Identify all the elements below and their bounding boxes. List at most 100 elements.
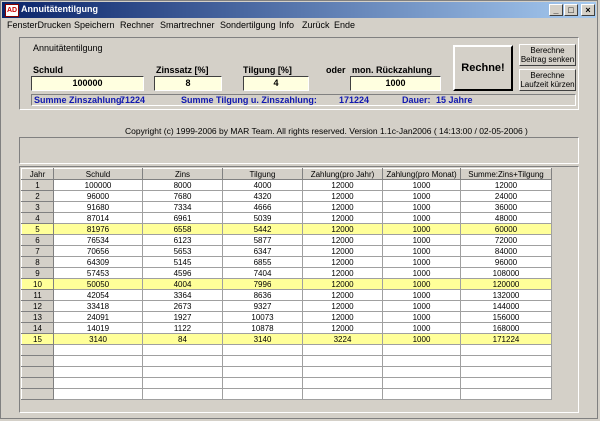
- empty-cell[interactable]: [382, 344, 461, 356]
- empty-cell[interactable]: [460, 377, 552, 389]
- table-cell[interactable]: 5145: [142, 256, 223, 268]
- empty-cell[interactable]: [21, 344, 54, 356]
- close-icon[interactable]: ×: [581, 4, 595, 16]
- row-header-cell[interactable]: 12: [21, 300, 54, 312]
- empty-cell[interactable]: [53, 344, 143, 356]
- table-cell[interactable]: 100000: [53, 179, 143, 191]
- beitrag-senken-button[interactable]: Berechne Beitrag senken: [519, 44, 576, 66]
- table-cell[interactable]: 7680: [142, 190, 223, 202]
- table-cell[interactable]: 144000: [460, 300, 552, 312]
- table-cell[interactable]: 91680: [53, 201, 143, 213]
- table-cell[interactable]: 3364: [142, 289, 223, 301]
- table-cell[interactable]: 72000: [460, 234, 552, 246]
- table-row[interactable]: 9 57453 4596 7404 12000 1000 108000: [21, 267, 552, 279]
- table-row[interactable]: 15 3140 84 3140 3224 1000 171224: [21, 333, 552, 345]
- table-cell[interactable]: 1000: [382, 278, 461, 290]
- table-cell[interactable]: 4666: [222, 201, 303, 213]
- minimize-icon[interactable]: _: [549, 4, 563, 16]
- empty-cell[interactable]: [460, 344, 552, 356]
- table-row[interactable]: 1 100000 8000 4000 12000 1000 12000: [21, 179, 552, 191]
- table-cell[interactable]: 1000: [382, 179, 461, 191]
- table-cell[interactable]: 12000: [302, 201, 383, 213]
- row-header-cell[interactable]: 9: [21, 267, 54, 279]
- table-cell[interactable]: 1122: [142, 322, 223, 334]
- table-cell[interactable]: 5653: [142, 245, 223, 257]
- empty-cell[interactable]: [460, 388, 552, 400]
- table-cell[interactable]: 12000: [302, 322, 383, 334]
- menu-info[interactable]: Info: [279, 20, 294, 30]
- table-cell[interactable]: 3140: [53, 333, 143, 345]
- table-cell[interactable]: 12000: [302, 234, 383, 246]
- table-cell[interactable]: 1000: [382, 300, 461, 312]
- empty-cell[interactable]: [222, 344, 303, 356]
- column-header[interactable]: Zins: [142, 168, 223, 180]
- table-cell[interactable]: 12000: [460, 179, 552, 191]
- table-cell[interactable]: 120000: [460, 278, 552, 290]
- empty-row[interactable]: [21, 377, 552, 389]
- table-cell[interactable]: 4320: [222, 190, 303, 202]
- table-cell[interactable]: 42054: [53, 289, 143, 301]
- empty-cell[interactable]: [302, 366, 383, 378]
- row-header-cell[interactable]: 14: [21, 322, 54, 334]
- table-cell[interactable]: 36000: [460, 201, 552, 213]
- table-cell[interactable]: 12000: [302, 278, 383, 290]
- row-header-cell[interactable]: 2: [21, 190, 54, 202]
- menu-smartrechner[interactable]: Smartrechner: [160, 20, 215, 30]
- table-row[interactable]: 8 64309 5145 6855 12000 1000 96000: [21, 256, 552, 268]
- table-cell[interactable]: 12000: [302, 267, 383, 279]
- table-cell[interactable]: 171224: [460, 333, 552, 345]
- column-header[interactable]: Tilgung: [222, 168, 303, 180]
- table-cell[interactable]: 156000: [460, 311, 552, 323]
- column-header[interactable]: Zahlung(pro Jahr): [302, 168, 383, 180]
- table-cell[interactable]: 4596: [142, 267, 223, 279]
- empty-cell[interactable]: [21, 366, 54, 378]
- table-row[interactable]: 2 96000 7680 4320 12000 1000 24000: [21, 190, 552, 202]
- column-header[interactable]: Schuld: [53, 168, 143, 180]
- table-cell[interactable]: 57453: [53, 267, 143, 279]
- empty-row[interactable]: [21, 366, 552, 378]
- table-cell[interactable]: 1000: [382, 201, 461, 213]
- row-header-cell[interactable]: 10: [21, 278, 54, 290]
- empty-cell[interactable]: [382, 377, 461, 389]
- table-row[interactable]: 5 81976 6558 5442 12000 1000 60000: [21, 223, 552, 235]
- table-cell[interactable]: 70656: [53, 245, 143, 257]
- table-cell[interactable]: 108000: [460, 267, 552, 279]
- row-header-cell[interactable]: 3: [21, 201, 54, 213]
- menu-zurueck[interactable]: Zurück: [302, 20, 330, 30]
- laufzeit-kuerzen-button[interactable]: Berechne Laufzeit kürzen: [519, 69, 576, 91]
- table-cell[interactable]: 6961: [142, 212, 223, 224]
- table-cell[interactable]: 12000: [302, 311, 383, 323]
- table-row[interactable]: 4 87014 6961 5039 12000 1000 48000: [21, 212, 552, 224]
- menu-sondertilgung[interactable]: Sondertilgung: [220, 20, 276, 30]
- table-cell[interactable]: 1000: [382, 234, 461, 246]
- table-cell[interactable]: 7996: [222, 278, 303, 290]
- table-cell[interactable]: 5877: [222, 234, 303, 246]
- empty-cell[interactable]: [222, 377, 303, 389]
- empty-cell[interactable]: [222, 388, 303, 400]
- table-cell[interactable]: 4000: [222, 179, 303, 191]
- row-header-cell[interactable]: 5: [21, 223, 54, 235]
- empty-cell[interactable]: [21, 355, 54, 367]
- menu-speichern[interactable]: Speichern: [74, 20, 115, 30]
- maximize-icon[interactable]: □: [564, 4, 578, 16]
- table-cell[interactable]: 81976: [53, 223, 143, 235]
- empty-cell[interactable]: [302, 344, 383, 356]
- empty-cell[interactable]: [302, 388, 383, 400]
- empty-row[interactable]: [21, 344, 552, 356]
- table-cell[interactable]: 24091: [53, 311, 143, 323]
- table-cell[interactable]: 1000: [382, 267, 461, 279]
- empty-cell[interactable]: [21, 377, 54, 389]
- table-cell[interactable]: 9327: [222, 300, 303, 312]
- table-cell[interactable]: 84: [142, 333, 223, 345]
- title-bar[interactable]: AD Annuitätentilgung _ □ ×: [2, 2, 596, 18]
- row-header-cell[interactable]: 1: [21, 179, 54, 191]
- table-cell[interactable]: 168000: [460, 322, 552, 334]
- table-cell[interactable]: 64309: [53, 256, 143, 268]
- table-row[interactable]: 10 50050 4004 7996 12000 1000 120000: [21, 278, 552, 290]
- table-cell[interactable]: 12000: [302, 300, 383, 312]
- table-cell[interactable]: 12000: [302, 223, 383, 235]
- empty-cell[interactable]: [222, 355, 303, 367]
- empty-cell[interactable]: [142, 388, 223, 400]
- table-cell[interactable]: 12000: [302, 179, 383, 191]
- empty-cell[interactable]: [302, 377, 383, 389]
